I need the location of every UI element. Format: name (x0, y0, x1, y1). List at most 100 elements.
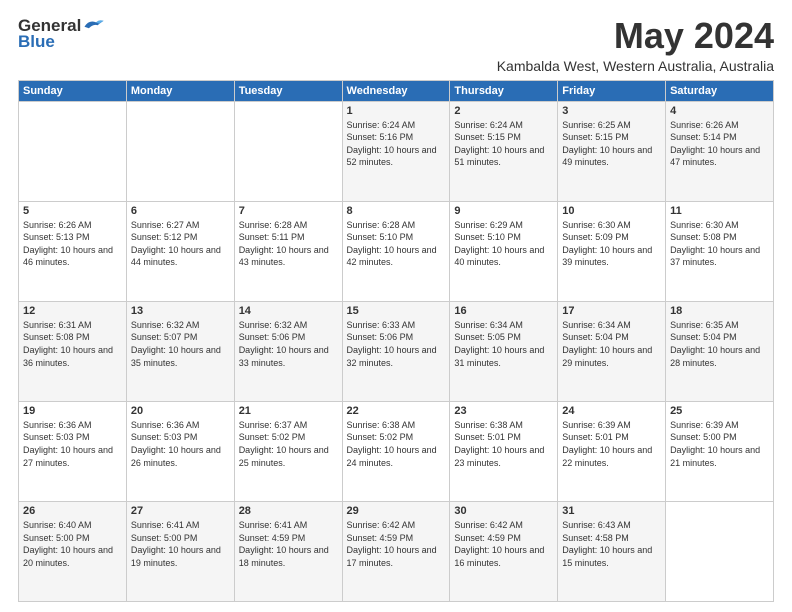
day-number: 4 (670, 105, 769, 117)
table-row: 2 Sunrise: 6:24 AM Sunset: 5:15 PM Daylig… (450, 101, 558, 201)
header: General Blue May 2024 Kambalda West, Wes… (18, 16, 774, 74)
day-info: Sunrise: 6:26 AM Sunset: 5:14 PM Dayligh… (670, 119, 769, 169)
title-block: May 2024 Kambalda West, Western Australi… (497, 16, 774, 74)
day-number: 27 (131, 505, 230, 517)
table-row: 19Sunrise: 6:36 AM Sunset: 5:03 PM Dayli… (19, 401, 127, 501)
table-row: 31 Sunrise: 6:43 AM Sunset: 4:58 PM Dayli… (558, 501, 666, 601)
table-row (126, 101, 234, 201)
day-number: 23 (454, 405, 553, 417)
day-info: Sunrise: 6:32 AM Sunset: 5:07 PM Dayligh… (131, 319, 230, 369)
table-row: 9 Sunrise: 6:29 AM Sunset: 5:10 PM Daylig… (450, 201, 558, 301)
table-row: 28 Sunrise: 6:41 AM Sunset: 4:59 PM Dayli… (234, 501, 342, 601)
table-row: 23 Sunrise: 6:38 AM Sunset: 5:01 PM Dayli… (450, 401, 558, 501)
day-number: 8 (347, 205, 446, 217)
table-row: 29 Sunrise: 6:42 AM Sunset: 4:59 PM Dayli… (342, 501, 450, 601)
day-info: Sunrise: 6:39 AM Sunset: 5:00 PM Dayligh… (670, 419, 769, 469)
day-info: Sunrise: 6:28 AM Sunset: 5:11 PM Dayligh… (239, 219, 338, 269)
table-row: 11Sunrise: 6:30 AM Sunset: 5:08 PM Dayli… (666, 201, 774, 301)
table-row: 6Sunrise: 6:27 AM Sunset: 5:12 PM Daylig… (126, 201, 234, 301)
day-info: Sunrise: 6:27 AM Sunset: 5:12 PM Dayligh… (131, 219, 230, 269)
calendar-week-row: 12 Sunrise: 6:31 AM Sunset: 5:08 PM Dayli… (19, 301, 774, 401)
table-row: 24Sunrise: 6:39 AM Sunset: 5:01 PM Dayli… (558, 401, 666, 501)
day-info: Sunrise: 6:24 AM Sunset: 5:16 PM Dayligh… (347, 119, 446, 169)
day-info: Sunrise: 6:24 AM Sunset: 5:15 PM Dayligh… (454, 119, 553, 169)
day-number: 26 (23, 505, 122, 517)
calendar-header-row: Sunday Monday Tuesday Wednesday Thursday… (19, 80, 774, 101)
day-number: 15 (347, 305, 446, 317)
table-row: 20Sunrise: 6:36 AM Sunset: 5:03 PM Dayli… (126, 401, 234, 501)
day-info: Sunrise: 6:42 AM Sunset: 4:59 PM Dayligh… (347, 519, 446, 569)
table-row: 13 Sunrise: 6:32 AM Sunset: 5:07 PM Dayli… (126, 301, 234, 401)
day-info: Sunrise: 6:37 AM Sunset: 5:02 PM Dayligh… (239, 419, 338, 469)
table-row: 27 Sunrise: 6:41 AM Sunset: 5:00 PM Dayli… (126, 501, 234, 601)
day-number: 1 (347, 105, 446, 117)
table-row (666, 501, 774, 601)
day-number: 10 (562, 205, 661, 217)
table-row: 15 Sunrise: 6:33 AM Sunset: 5:06 PM Dayli… (342, 301, 450, 401)
day-info: Sunrise: 6:43 AM Sunset: 4:58 PM Dayligh… (562, 519, 661, 569)
day-number: 9 (454, 205, 553, 217)
table-row: 22Sunrise: 6:38 AM Sunset: 5:02 PM Dayli… (342, 401, 450, 501)
day-info: Sunrise: 6:28 AM Sunset: 5:10 PM Dayligh… (347, 219, 446, 269)
day-number: 2 (454, 105, 553, 117)
day-info: Sunrise: 6:38 AM Sunset: 5:02 PM Dayligh… (347, 419, 446, 469)
day-info: Sunrise: 6:34 AM Sunset: 5:05 PM Dayligh… (454, 319, 553, 369)
day-info: Sunrise: 6:33 AM Sunset: 5:06 PM Dayligh… (347, 319, 446, 369)
table-row: 21 Sunrise: 6:37 AM Sunset: 5:02 PM Dayli… (234, 401, 342, 501)
day-number: 17 (562, 305, 661, 317)
day-info: Sunrise: 6:36 AM Sunset: 5:03 PM Dayligh… (131, 419, 230, 469)
table-row: 25 Sunrise: 6:39 AM Sunset: 5:00 PM Dayli… (666, 401, 774, 501)
day-number: 31 (562, 505, 661, 517)
calendar-week-row: 19Sunrise: 6:36 AM Sunset: 5:03 PM Dayli… (19, 401, 774, 501)
table-row: 4 Sunrise: 6:26 AM Sunset: 5:14 PM Daylig… (666, 101, 774, 201)
logo: General Blue (18, 16, 105, 52)
day-number: 18 (670, 305, 769, 317)
day-info: Sunrise: 6:30 AM Sunset: 5:09 PM Dayligh… (562, 219, 661, 269)
col-wednesday: Wednesday (342, 80, 450, 101)
calendar-table: Sunday Monday Tuesday Wednesday Thursday… (18, 80, 774, 602)
table-row: 14Sunrise: 6:32 AM Sunset: 5:06 PM Dayli… (234, 301, 342, 401)
day-info: Sunrise: 6:31 AM Sunset: 5:08 PM Dayligh… (23, 319, 122, 369)
calendar-week-row: 1 Sunrise: 6:24 AM Sunset: 5:16 PM Daylig… (19, 101, 774, 201)
day-info: Sunrise: 6:41 AM Sunset: 5:00 PM Dayligh… (131, 519, 230, 569)
table-row: 8 Sunrise: 6:28 AM Sunset: 5:10 PM Daylig… (342, 201, 450, 301)
table-row: 18 Sunrise: 6:35 AM Sunset: 5:04 PM Dayli… (666, 301, 774, 401)
table-row (234, 101, 342, 201)
col-sunday: Sunday (19, 80, 127, 101)
table-row: 1 Sunrise: 6:24 AM Sunset: 5:16 PM Daylig… (342, 101, 450, 201)
day-number: 5 (23, 205, 122, 217)
day-info: Sunrise: 6:29 AM Sunset: 5:10 PM Dayligh… (454, 219, 553, 269)
day-number: 25 (670, 405, 769, 417)
table-row: 16 Sunrise: 6:34 AM Sunset: 5:05 PM Dayli… (450, 301, 558, 401)
table-row: 10 Sunrise: 6:30 AM Sunset: 5:09 PM Dayli… (558, 201, 666, 301)
col-friday: Friday (558, 80, 666, 101)
day-number: 16 (454, 305, 553, 317)
table-row: 5 Sunrise: 6:26 AM Sunset: 5:13 PM Daylig… (19, 201, 127, 301)
day-number: 12 (23, 305, 122, 317)
calendar-week-row: 5 Sunrise: 6:26 AM Sunset: 5:13 PM Daylig… (19, 201, 774, 301)
day-info: Sunrise: 6:35 AM Sunset: 5:04 PM Dayligh… (670, 319, 769, 369)
day-info: Sunrise: 6:38 AM Sunset: 5:01 PM Dayligh… (454, 419, 553, 469)
table-row (19, 101, 127, 201)
day-number: 7 (239, 205, 338, 217)
day-number: 29 (347, 505, 446, 517)
day-info: Sunrise: 6:42 AM Sunset: 4:59 PM Dayligh… (454, 519, 553, 569)
day-number: 28 (239, 505, 338, 517)
table-row: 3Sunrise: 6:25 AM Sunset: 5:15 PM Daylig… (558, 101, 666, 201)
table-row: 7 Sunrise: 6:28 AM Sunset: 5:11 PM Daylig… (234, 201, 342, 301)
calendar-week-row: 26Sunrise: 6:40 AM Sunset: 5:00 PM Dayli… (19, 501, 774, 601)
col-saturday: Saturday (666, 80, 774, 101)
day-number: 21 (239, 405, 338, 417)
day-number: 24 (562, 405, 661, 417)
table-row: 26Sunrise: 6:40 AM Sunset: 5:00 PM Dayli… (19, 501, 127, 601)
day-number: 14 (239, 305, 338, 317)
day-number: 13 (131, 305, 230, 317)
day-number: 11 (670, 205, 769, 217)
day-info: Sunrise: 6:26 AM Sunset: 5:13 PM Dayligh… (23, 219, 122, 269)
logo-blue-text: Blue (18, 32, 55, 52)
col-thursday: Thursday (450, 80, 558, 101)
logo-bird-icon (83, 17, 105, 35)
day-info: Sunrise: 6:36 AM Sunset: 5:03 PM Dayligh… (23, 419, 122, 469)
table-row: 17Sunrise: 6:34 AM Sunset: 5:04 PM Dayli… (558, 301, 666, 401)
day-info: Sunrise: 6:41 AM Sunset: 4:59 PM Dayligh… (239, 519, 338, 569)
